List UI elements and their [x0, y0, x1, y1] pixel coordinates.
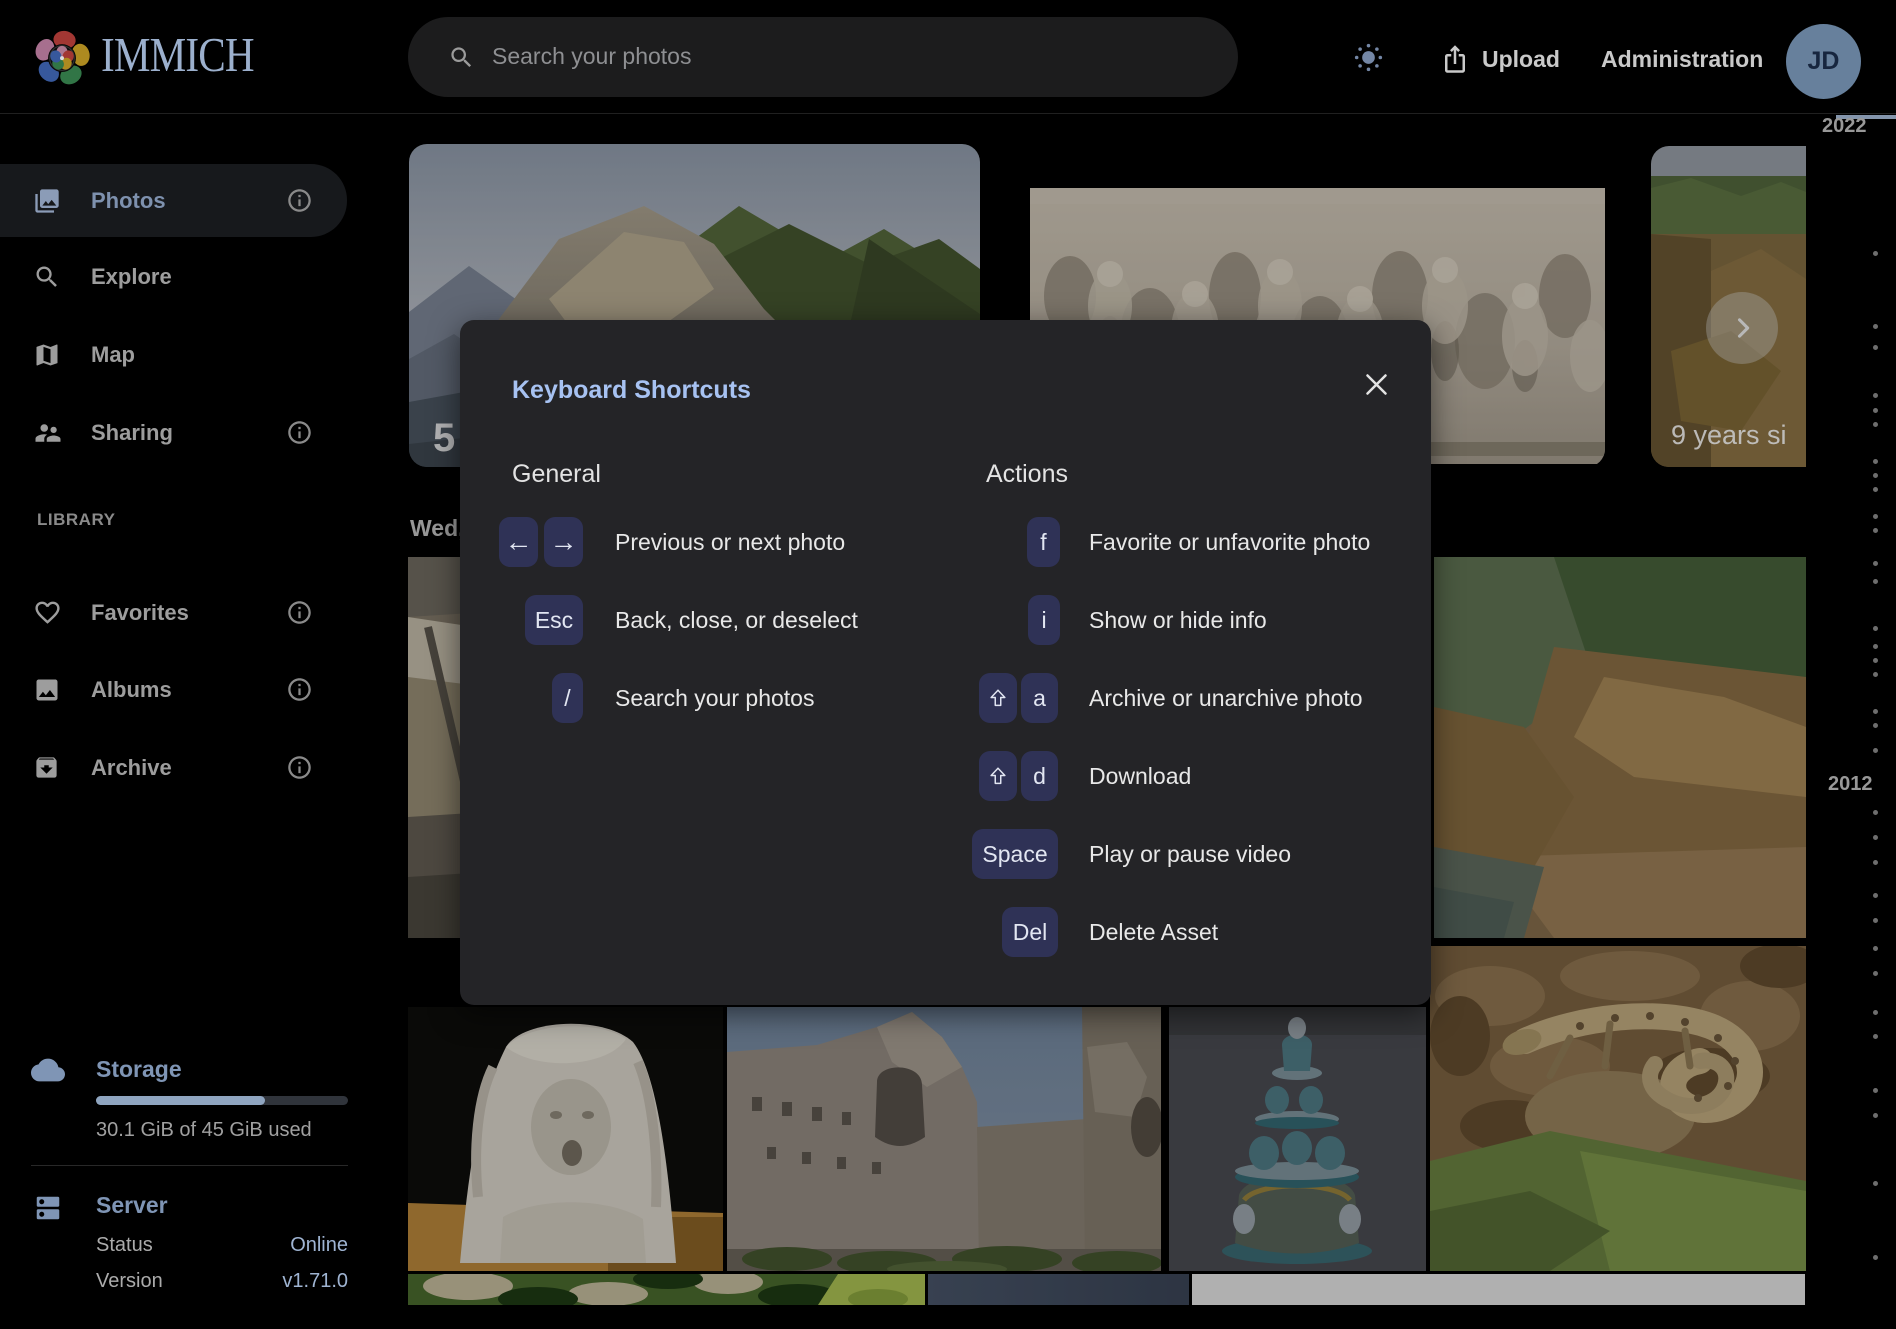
svg-text:9 years si: 9 years si	[1671, 420, 1787, 450]
